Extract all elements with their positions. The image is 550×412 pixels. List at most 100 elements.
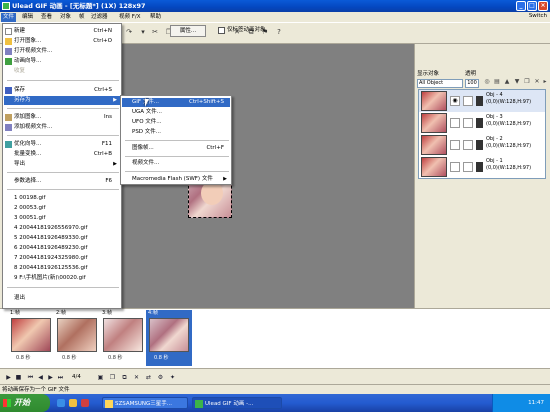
menu-item-batch[interactable]: 批量变换... Ctrl+B <box>4 150 120 159</box>
menu-item-video-file[interactable]: 视频文件... <box>122 159 230 168</box>
eye-icon[interactable] <box>450 140 460 150</box>
menu-file[interactable]: 文件 <box>1 13 17 22</box>
menu-item-uga-file[interactable]: UGA 文件... <box>122 108 230 117</box>
merge-icon[interactable] <box>476 118 483 128</box>
copy-frame-icon[interactable]: ❐ <box>108 373 117 382</box>
menu-item-preferences[interactable]: 参数选择... F6 <box>4 177 120 186</box>
close-button[interactable]: × <box>538 1 548 11</box>
menu-item-export[interactable]: 导出 ▶ <box>4 160 120 169</box>
recent-file[interactable]: 5 20044181926489330.gif <box>4 234 120 243</box>
eye-icon[interactable] <box>450 162 460 172</box>
merge-icon[interactable] <box>476 96 483 106</box>
tween-icon[interactable]: ⧉ <box>120 373 129 382</box>
help-cursor-icon[interactable]: ? <box>274 27 284 37</box>
lock-icon[interactable]: ▤ <box>493 78 501 86</box>
taskbar-item-ulead[interactable]: Ulead GIF 动画 -... <box>192 397 282 409</box>
redo-icon[interactable]: ↷ <box>124 27 134 37</box>
media-icon[interactable] <box>81 399 89 407</box>
recent-file[interactable]: 6 20044181926489230.gif <box>4 244 120 253</box>
show-icon[interactable]: ◎ <box>483 78 491 86</box>
delete-object-icon[interactable]: ✕ <box>533 78 541 86</box>
recent-file[interactable]: 9 F:\手机图片(新)\00020.gif <box>4 274 120 283</box>
duplicate-object-icon[interactable]: ❐ <box>523 78 531 86</box>
frame-delay[interactable]: 0.8 秒 <box>154 355 169 362</box>
lock-toggle[interactable] <box>463 96 473 106</box>
layer-row[interactable]: Obj - 3 (0,0)(W:128,H:97) <box>419 112 545 134</box>
menu-item-ufo-file[interactable]: UFO 文件... <box>122 118 230 127</box>
frame-thumb[interactable]: 3:帧 0.8 秒 <box>100 310 146 366</box>
stop-icon[interactable]: ■ <box>14 373 23 382</box>
menu-item-save[interactable]: 保存 Ctrl+S <box>4 86 120 95</box>
ie-icon[interactable] <box>57 399 65 407</box>
folder-icon[interactable] <box>69 399 77 407</box>
frame-delay[interactable]: 0.8 秒 <box>16 355 31 362</box>
menu-item-new[interactable]: 新建 Ctrl+N <box>4 27 120 36</box>
menu-item-exit[interactable]: 退出 <box>4 294 120 303</box>
recent-file[interactable]: 1 00198.gif <box>4 194 120 203</box>
layer-row[interactable]: ◉ Obj - 4 (0,0)(W:128,H:97) <box>419 90 545 112</box>
menu-item-add-image[interactable]: 添加图象... Ins <box>4 113 120 122</box>
menu-item-open-image[interactable]: 打开图象... Ctrl+O <box>4 37 120 46</box>
merge-icon[interactable] <box>476 162 483 172</box>
move-down-icon[interactable]: ▼ <box>513 78 521 86</box>
menu-object[interactable]: 对象 <box>58 13 73 22</box>
opacity-input[interactable]: 100 <box>465 79 479 88</box>
menu-filter[interactable]: 过滤器 <box>89 13 110 22</box>
menu-frame[interactable]: 帧 <box>77 13 87 22</box>
menu-item-swf-file[interactable]: Macromedia Flash (SWF) 文件 ▶ <box>122 175 230 184</box>
maximize-button[interactable]: □ <box>527 1 537 11</box>
menu-item-open-video[interactable]: 打开视频文件... <box>4 47 120 56</box>
menu-item-gif-file[interactable]: GIF 文件... Ctrl+Shift+S <box>122 98 230 107</box>
recent-file[interactable]: 3 00051.gif <box>4 214 120 223</box>
menu-item-save-as[interactable]: 另存为 ▶ <box>4 96 120 105</box>
frame-properties-icon[interactable]: ⚙ <box>156 373 165 382</box>
merge-icon[interactable] <box>476 140 483 150</box>
options-icon[interactable]: ▸ <box>541 78 549 86</box>
start-button[interactable]: 开始 <box>0 394 50 412</box>
prev-frame-icon[interactable]: ◀ <box>36 373 45 382</box>
taskbar-item-samsung[interactable]: SZSAMSUNG三星手... <box>102 397 188 409</box>
frame-delay[interactable]: 0.8 秒 <box>62 355 77 362</box>
recent-file[interactable]: 2 00053.gif <box>4 204 120 213</box>
menu-item-psd-file[interactable]: PSD 文件... <box>122 128 230 137</box>
lock-toggle[interactable] <box>463 140 473 150</box>
menu-help[interactable]: 帮助 <box>148 13 163 22</box>
play-icon[interactable]: ▶ <box>4 373 13 382</box>
move-up-icon[interactable]: ▲ <box>503 78 511 86</box>
last-frame-icon[interactable]: ⏭ <box>56 373 65 382</box>
switch-link[interactable]: Switch <box>529 13 547 19</box>
add-frame-icon[interactable]: ▣ <box>96 373 105 382</box>
layer-row[interactable]: Obj - 1 (0,0)(W:128,H:97) <box>419 156 545 178</box>
frame-thumb-selected[interactable]: 4:帧 0.8 秒 <box>146 310 192 366</box>
reverse-icon[interactable]: ⇄ <box>144 373 153 382</box>
menu-edit[interactable]: 编辑 <box>20 13 35 22</box>
lock-toggle[interactable] <box>463 162 473 172</box>
layer-row[interactable]: Obj - 2 (0,0)(W:128,H:97) <box>419 134 545 156</box>
properties-button[interactable]: 属性... <box>170 25 206 37</box>
settings-icon[interactable]: ✦ <box>168 373 177 382</box>
menu-item-optimize[interactable]: 优化向导... F11 <box>4 140 120 149</box>
recent-file[interactable]: 7 20044181924325980.gif <box>4 254 120 263</box>
minimize-button[interactable]: _ <box>516 1 526 11</box>
menu-item-image-frames[interactable]: 图像帧... Ctrl+F <box>122 144 230 153</box>
delete-frame-icon[interactable]: ✕ <box>132 373 141 382</box>
next-frame-icon[interactable]: ▶ <box>46 373 55 382</box>
eye-icon[interactable] <box>450 118 460 128</box>
lock-toggle[interactable] <box>463 118 473 128</box>
object-filter-select[interactable]: All Object <box>417 79 463 88</box>
menu-item-add-video[interactable]: 添加视频文件... <box>4 123 120 132</box>
menu-item-wizard[interactable]: 动画向导... <box>4 57 120 66</box>
cut-icon[interactable]: ✂ <box>150 27 160 37</box>
panel-scrollbar[interactable] <box>418 295 546 307</box>
frame-thumb[interactable]: 2:帧 0.8 秒 <box>54 310 100 366</box>
recent-file[interactable]: 8 20044181926125536.gif <box>4 264 120 273</box>
frame-delay[interactable]: 0.8 秒 <box>108 355 123 362</box>
dropdown-arrow-icon[interactable]: ▾ <box>138 27 148 37</box>
menu-video-fx[interactable]: 视频 F/X <box>117 13 143 22</box>
animated-only-checkbox[interactable] <box>218 27 225 34</box>
menu-view[interactable]: 查看 <box>39 13 54 22</box>
first-frame-icon[interactable]: ⏮ <box>26 373 35 382</box>
eye-icon[interactable]: ◉ <box>450 96 460 106</box>
recent-file[interactable]: 4 20044181926556970.gif <box>4 224 120 233</box>
frame-thumb[interactable]: 1:帧 0.8 秒 <box>8 310 54 366</box>
